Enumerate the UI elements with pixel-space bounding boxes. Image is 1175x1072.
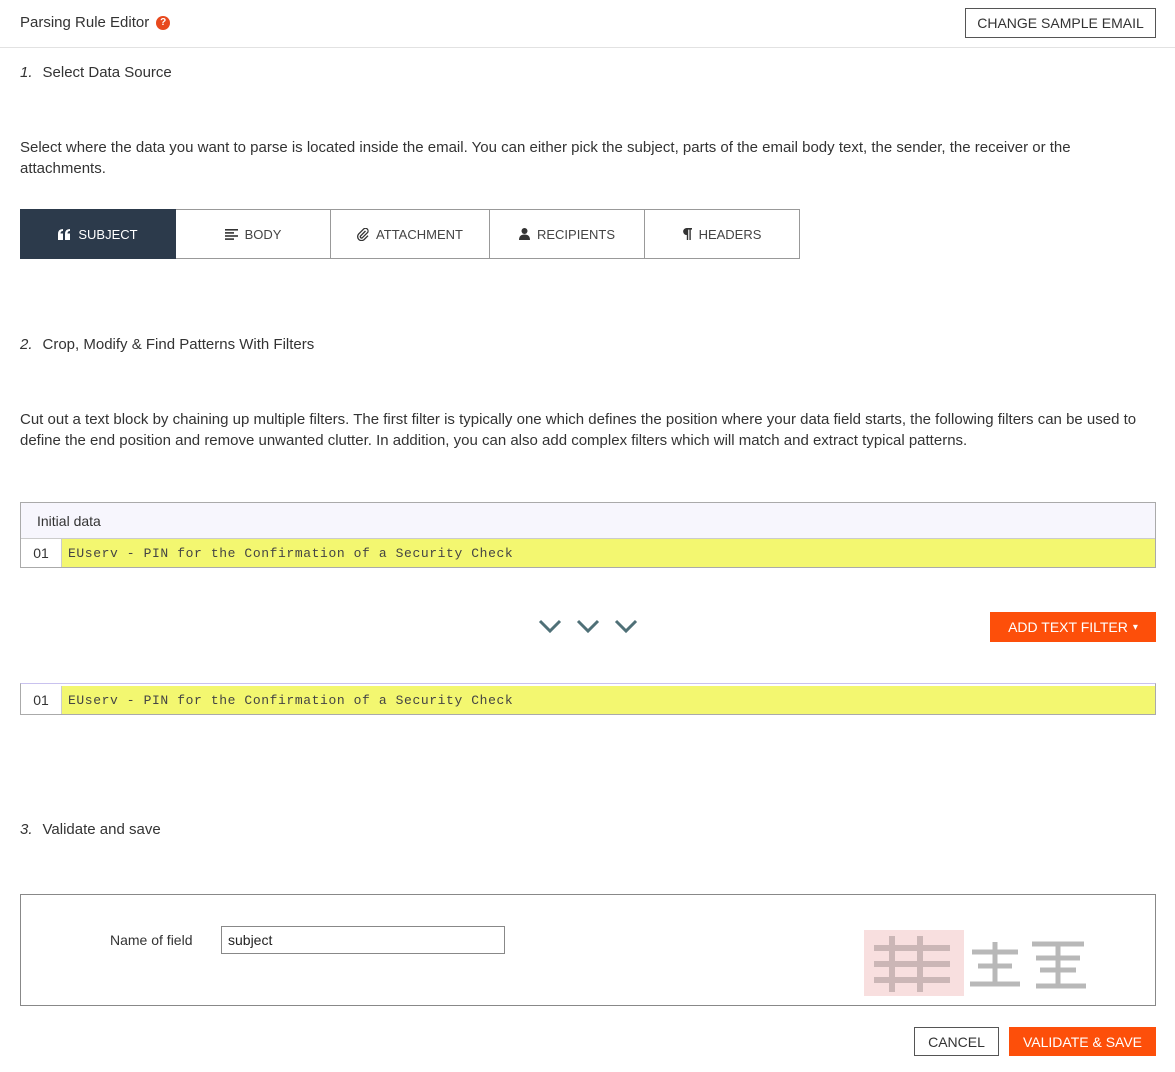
- page-title: Parsing Rule Editor: [20, 14, 150, 31]
- tab-subject[interactable]: SUBJECT: [20, 209, 176, 259]
- data-source-tabs: SUBJECT BODY ATTACHMENT RECIPIENTS HEADE…: [20, 209, 800, 259]
- help-icon[interactable]: ?: [156, 16, 171, 30]
- tab-headers[interactable]: HEADERS: [645, 209, 800, 259]
- line-text: EUserv - PIN for the Confirmation of a S…: [62, 539, 1155, 567]
- caret-down-icon: ▾: [1132, 621, 1138, 633]
- paragraph-icon: [682, 228, 692, 240]
- tab-label: SUBJECT: [78, 226, 138, 242]
- initial-data-heading: Initial data: [21, 503, 1155, 539]
- cancel-button[interactable]: CANCEL: [914, 1027, 999, 1056]
- user-icon: [518, 228, 530, 240]
- quote-icon: [58, 228, 71, 240]
- step-1-description: Select where the data you want to parse …: [20, 139, 1071, 177]
- step-2-number: 2.: [20, 336, 33, 353]
- editor-title: Parsing Rule Editor ?: [20, 13, 171, 33]
- tab-body[interactable]: BODY: [176, 209, 331, 259]
- tab-recipients[interactable]: RECIPIENTS: [490, 209, 645, 259]
- header-divider: [0, 47, 1175, 48]
- data-row: 01 EUserv - PIN for the Confirmation of …: [21, 686, 1155, 714]
- step-1-number: 1.: [20, 64, 33, 81]
- step-1-heading: 1. Select Data Source: [20, 63, 172, 83]
- initial-data-panel: Initial data 01 EUserv - PIN for the Con…: [20, 502, 1156, 568]
- step-3-number: 3.: [20, 821, 33, 838]
- step-3-heading: 3. Validate and save: [20, 820, 161, 840]
- tab-label: BODY: [244, 226, 282, 242]
- step-2-heading: 2. Crop, Modify & Find Patterns With Filt…: [20, 335, 314, 355]
- field-name-label: Name of field: [110, 932, 193, 948]
- step-2-description: Cut out a text block by chaining up mult…: [20, 411, 1137, 449]
- tab-label: HEADERS: [698, 226, 762, 242]
- chevron-down-icon: [614, 619, 638, 634]
- line-number: 01: [21, 539, 62, 567]
- tab-label: RECIPIENTS: [536, 226, 615, 242]
- paperclip-icon: [357, 227, 369, 241]
- step-2-title: Crop, Modify & Find Patterns With Filter…: [42, 336, 315, 353]
- change-sample-email-button[interactable]: CHANGE SAMPLE EMAIL: [965, 8, 1156, 38]
- align-left-icon: [224, 228, 238, 240]
- validate-save-button[interactable]: VALIDATE & SAVE: [1009, 1027, 1156, 1056]
- step-1-title: Select Data Source: [42, 64, 172, 81]
- field-name-input[interactable]: [221, 926, 505, 954]
- chevron-down-icon: [576, 619, 600, 634]
- step-3-title: Validate and save: [42, 821, 161, 838]
- chevron-down-icon: [538, 619, 562, 634]
- tab-label: ATTACHMENT: [376, 226, 463, 242]
- line-number: 01: [21, 686, 62, 714]
- data-row: 01 EUserv - PIN for the Confirmation of …: [21, 539, 1155, 567]
- add-text-filter-label: ADD TEXT FILTER: [1008, 619, 1128, 635]
- add-text-filter-button[interactable]: ADD TEXT FILTER ▾: [990, 612, 1156, 642]
- result-data-panel: 01 EUserv - PIN for the Confirmation of …: [20, 683, 1156, 715]
- tab-attachment[interactable]: ATTACHMENT: [331, 209, 490, 259]
- line-text: EUserv - PIN for the Confirmation of a S…: [62, 686, 1155, 714]
- watermark-logo: [864, 930, 1086, 996]
